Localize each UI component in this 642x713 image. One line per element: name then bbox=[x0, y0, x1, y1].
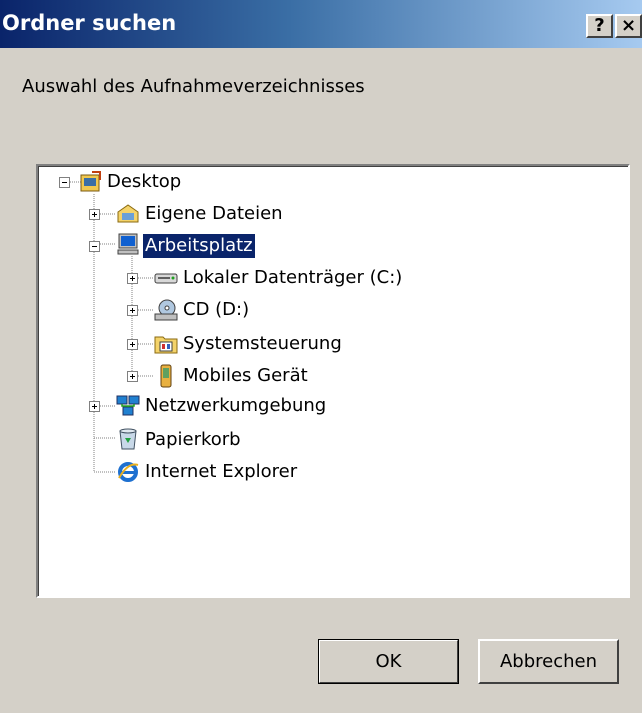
network-icon bbox=[116, 395, 140, 416]
ok-button[interactable]: OK bbox=[318, 639, 459, 684]
tree-item-label: Desktop bbox=[107, 171, 182, 192]
my-computer-icon bbox=[117, 233, 139, 255]
desktop-icon bbox=[80, 171, 101, 192]
my-documents-icon bbox=[117, 204, 139, 223]
recycle-bin-icon bbox=[119, 428, 137, 450]
instruction-text: Auswahl des Aufnahmeverzeichnisses bbox=[22, 76, 365, 97]
window-title: Ordner suchen bbox=[2, 11, 177, 35]
tree-item-label: Papierkorb bbox=[145, 429, 241, 450]
tree-item-label: Internet Explorer bbox=[145, 461, 298, 482]
tree-item-label: Mobiles Gerät bbox=[183, 365, 308, 386]
collapse-toggle[interactable] bbox=[59, 177, 70, 188]
collapse-toggle[interactable] bbox=[89, 241, 100, 252]
expand-toggle[interactable] bbox=[127, 339, 138, 350]
expand-toggle[interactable] bbox=[127, 305, 138, 316]
close-button[interactable]: × bbox=[615, 14, 642, 38]
expand-toggle[interactable] bbox=[89, 209, 100, 220]
mobile-device-icon bbox=[160, 364, 172, 388]
control-panel-icon bbox=[154, 336, 178, 354]
tree-item-label: CD (D:) bbox=[183, 299, 250, 320]
tree-item-label: Systemsteuerung bbox=[183, 333, 342, 354]
tree-item-cd-drive[interactable]: CD (D:) bbox=[38, 296, 618, 326]
tree-item-local-disk[interactable]: Lokaler Datenträger (C:) bbox=[38, 264, 618, 294]
tree-item-network[interactable]: Netzwerkumgebung bbox=[38, 392, 618, 422]
tree-item-arbeitsplatz[interactable]: Arbeitsplatz bbox=[38, 230, 618, 260]
tree-item-label: Lokaler Datenträger (C:) bbox=[183, 267, 403, 288]
tree-item-desktop[interactable]: Desktop bbox=[38, 166, 618, 196]
cd-drive-icon bbox=[154, 299, 178, 321]
tree-item-label: Netzwerkumgebung bbox=[145, 395, 327, 416]
tree-item-recycle-bin[interactable]: Papierkorb bbox=[38, 426, 618, 456]
tree-item-control-panel[interactable]: Systemsteuerung bbox=[38, 330, 618, 360]
tree-item-mobile-device[interactable]: Mobiles Gerät bbox=[38, 362, 618, 392]
internet-explorer-icon bbox=[118, 462, 139, 482]
tree-item-internet-explorer[interactable]: Internet Explorer bbox=[38, 458, 618, 488]
tree-item-eigene-dateien[interactable]: Eigene Dateien bbox=[38, 198, 618, 228]
tree-item-label: Eigene Dateien bbox=[145, 203, 283, 224]
cancel-button[interactable]: Abbrechen bbox=[478, 639, 619, 684]
expand-toggle[interactable] bbox=[89, 401, 100, 412]
help-button[interactable]: ? bbox=[586, 14, 613, 38]
tree-item-label: Arbeitsplatz bbox=[143, 234, 255, 258]
folder-tree[interactable]: Desktop Eigene Dateien Arbeitsplatz Loka… bbox=[36, 164, 630, 598]
hard-drive-icon bbox=[154, 273, 178, 284]
title-bar[interactable]: Ordner suchen ? × bbox=[0, 0, 642, 48]
expand-toggle[interactable] bbox=[127, 371, 138, 382]
expand-toggle[interactable] bbox=[127, 273, 138, 284]
